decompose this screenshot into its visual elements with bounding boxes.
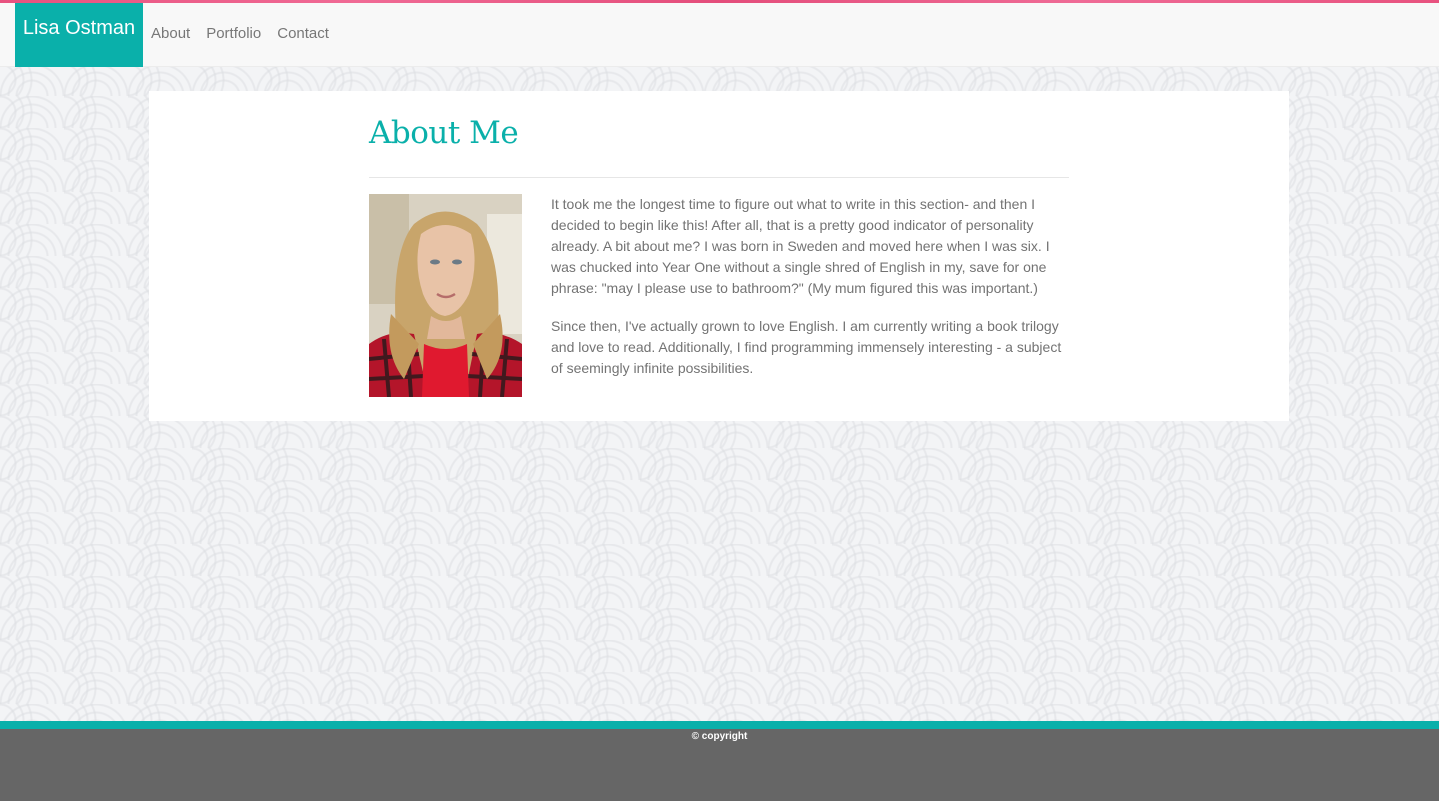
profile-photo xyxy=(369,194,522,397)
brand-link[interactable]: Lisa Ostman xyxy=(15,3,143,67)
footer-accent-line xyxy=(0,721,1439,729)
footer: © copyright xyxy=(0,729,1439,801)
bio-paragraph-1: It took me the longest time to figure ou… xyxy=(551,196,1050,296)
about-card: About Me It took me the longest time to … xyxy=(149,91,1289,421)
nav-link-about[interactable]: About xyxy=(151,3,190,67)
navbar: Lisa Ostman About Portfolio Contact xyxy=(0,3,1439,67)
bio-paragraph-2: Since then, I've actually grown to love … xyxy=(551,318,1062,376)
nav-links: About Portfolio Contact xyxy=(151,3,345,67)
bio-text: It took me the longest time to figure ou… xyxy=(551,194,1066,396)
nav-link-portfolio[interactable]: Portfolio xyxy=(206,3,261,67)
nav-link-contact[interactable]: Contact xyxy=(277,3,329,67)
title-divider xyxy=(369,177,1069,178)
copyright-text: © copyright xyxy=(691,731,748,742)
page-title: About Me xyxy=(369,115,519,151)
